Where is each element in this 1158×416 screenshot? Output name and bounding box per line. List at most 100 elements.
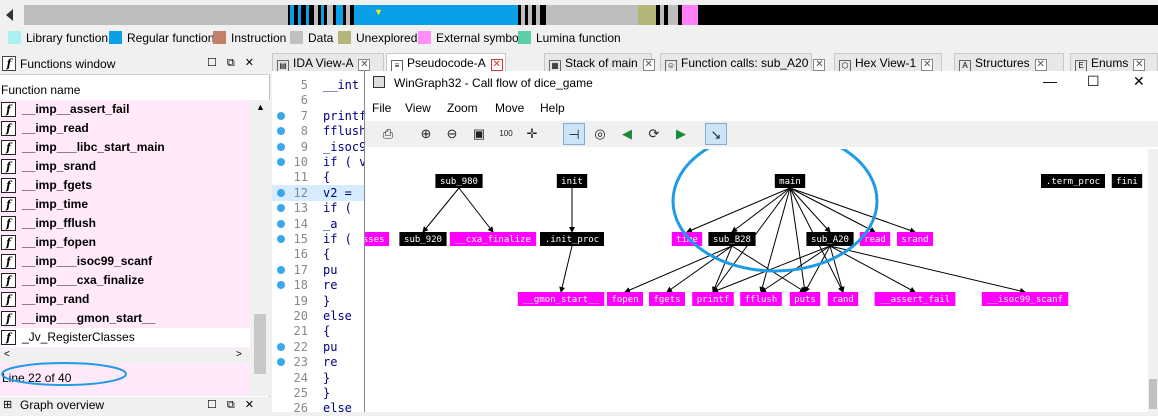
function-list-item[interactable]: f __imp___libc_start_main (0, 138, 250, 157)
code-line[interactable]: 7 printf (272, 108, 366, 124)
code-line[interactable]: 21 { (272, 323, 364, 339)
function-list-item[interactable]: f __imp__assert_fail (0, 100, 250, 119)
functions-window-titlebar[interactable]: f Functions window ☐⧉✕ (0, 53, 270, 75)
close-icon[interactable]: ✕ (642, 59, 655, 71)
restore-icon[interactable]: ☐ (207, 399, 227, 411)
close-icon[interactable]: ✕ (1133, 59, 1146, 71)
graph-node[interactable]: __cxa_finalize (449, 232, 537, 246)
minimize-button[interactable]: — (1043, 73, 1057, 89)
pseudocode-view[interactable]: 5 __int 6 7 printf 8 fflush 9 _isoc9 10 if ( v 11 {1… (272, 71, 366, 415)
maximize-button[interactable]: ☐ (1087, 73, 1100, 90)
function-list-item[interactable]: f __imp___cxa_finalize (0, 271, 250, 290)
breakpoint-dot-icon[interactable] (277, 127, 285, 136)
close-icon[interactable]: ✕ (1034, 59, 1047, 71)
code-line[interactable]: 5 __int (272, 77, 364, 93)
call-graph-canvas[interactable]: sub_980 init main .term_proc fini asses sub_92… (365, 149, 1149, 412)
graph-node[interactable]: __gmon_start__ (517, 292, 605, 306)
graph-node[interactable]: printf (692, 292, 734, 306)
nav-left-arrow-icon[interactable] (6, 9, 13, 21)
wingraph-titlebar[interactable]: WinGraph32 - Call flow of dice_game — ☐ … (365, 71, 1158, 95)
tab-pseudocode-a[interactable]: ≡ Pseudocode-A ✕ (386, 53, 506, 72)
close-button[interactable]: ✕ (1133, 73, 1145, 90)
scroll-thumb[interactable] (254, 314, 266, 374)
center-icon[interactable]: ✛ (521, 123, 543, 145)
breakpoint-dot-icon[interactable] (277, 281, 285, 290)
code-line[interactable]: 6 (272, 92, 364, 108)
breakpoint-dot-icon[interactable] (277, 235, 285, 243)
code-line[interactable]: 17 pu (272, 262, 364, 278)
navigation-band[interactable]: ▼ (0, 0, 1158, 30)
zoom-100-icon[interactable]: 100 (495, 123, 517, 145)
code-line[interactable]: 11 { (272, 169, 364, 185)
menu-zoom[interactable]: Zoom (447, 101, 478, 115)
breakpoint-dot-icon[interactable] (277, 142, 285, 151)
breakpoint-dot-icon[interactable] (277, 265, 285, 274)
tab-enums[interactable]: E Enums ✕ (1070, 53, 1158, 72)
tab-hex-view-1[interactable]: ⬡ Hex View-1 ✕ (834, 53, 942, 72)
scroll-left-icon[interactable]: < (4, 349, 10, 360)
graph-node[interactable]: __isoc99_scanf (981, 292, 1069, 306)
code-line[interactable]: 10 if ( v (272, 154, 366, 170)
reload-icon[interactable]: ⟳ (643, 123, 665, 145)
tab-function-calls-sub-a20[interactable]: ☺ Function calls: sub_A20 ✕ (660, 53, 826, 72)
nav-strip[interactable]: ▼ (24, 5, 1158, 25)
fit-window-icon[interactable]: ▣ (468, 123, 490, 145)
graph-node[interactable]: sub_920 (399, 232, 447, 246)
close-icon[interactable]: ✕ (245, 399, 264, 411)
scroll-right-icon[interactable]: > (236, 349, 242, 360)
graph-node[interactable]: .term_proc (1041, 174, 1105, 188)
breakpoint-dot-icon[interactable] (277, 158, 285, 166)
breakpoint-dot-icon[interactable] (277, 358, 285, 367)
close-icon[interactable]: ✕ (358, 59, 371, 71)
code-line[interactable]: 15 if ( (272, 231, 364, 247)
call-graph[interactable]: sub_980 init main .term_proc fini asses sub_92… (365, 149, 1149, 412)
code-line[interactable]: 25} (272, 385, 364, 401)
breakpoint-dot-icon[interactable] (277, 204, 285, 213)
breakpoint-dot-icon[interactable] (277, 219, 285, 228)
column-header-function-name[interactable]: Function name (0, 81, 250, 99)
menu-move[interactable]: Move (495, 101, 524, 115)
graph-vertical-scrollbar[interactable] (1148, 149, 1158, 412)
close-icon[interactable]: ✕ (245, 57, 264, 69)
tab-stack-of-main[interactable]: ▦ Stack of main ✕ (544, 53, 655, 72)
code-line[interactable]: 14 _a (272, 216, 364, 232)
code-line[interactable]: 13 if ( (272, 200, 364, 216)
next-icon[interactable]: ▶ (670, 123, 692, 145)
tab-ida-view-a[interactable]: ▤ IDA View-A ✕ (272, 53, 384, 72)
graph-node[interactable]: srand (897, 232, 933, 246)
print-icon[interactable]: ⎙ (377, 123, 399, 145)
code-line[interactable]: 16 { (272, 246, 364, 262)
code-line[interactable]: 18 re (272, 277, 364, 293)
function-list-item[interactable]: f __imp_rand (0, 290, 250, 309)
restore-icon[interactable]: ☐ (207, 57, 227, 69)
graph-node[interactable]: sub_980 (435, 174, 483, 188)
float-icon[interactable]: ⧉ (227, 57, 245, 69)
graph-node[interactable]: fini (1111, 174, 1143, 188)
prev-icon[interactable]: ◀ (616, 123, 638, 145)
code-line[interactable]: 24 } (272, 370, 364, 386)
close-icon[interactable]: ✕ (490, 59, 503, 71)
code-line[interactable]: 8 fflush (272, 123, 366, 139)
graph-node[interactable]: sub_B28 (708, 232, 756, 246)
breakpoint-dot-icon[interactable] (277, 111, 285, 120)
graph-node[interactable]: sub_A20 (806, 232, 854, 246)
circle-layout-icon[interactable]: ◎ (589, 123, 611, 145)
function-list-item[interactable]: f __imp_fopen (0, 233, 250, 252)
panel-window-buttons[interactable]: ☐⧉✕ (207, 56, 264, 70)
code-line[interactable]: 23 re (272, 354, 364, 370)
function-list-item[interactable]: f __imp_fgets (0, 176, 250, 195)
function-list-item[interactable]: f __imp_srand (0, 157, 250, 176)
float-icon[interactable]: ⧉ (227, 399, 245, 411)
scroll-up-icon[interactable]: ▲ (256, 102, 265, 112)
scroll-thumb[interactable] (1149, 379, 1157, 409)
tab-structures[interactable]: A Structures ✕ (954, 53, 1064, 72)
functions-vertical-scrollbar[interactable]: ▲ (250, 100, 270, 396)
graph-node[interactable]: puts (789, 292, 821, 306)
function-list-item[interactable]: f __imp_fflush (0, 214, 250, 233)
code-line[interactable]: 12 v2 = (272, 184, 364, 201)
graph-node[interactable]: fflush (740, 292, 782, 306)
breakpoint-dot-icon[interactable] (277, 342, 285, 351)
graph-node[interactable]: main (774, 174, 806, 188)
graph-node[interactable]: asses (365, 232, 389, 246)
menu-file[interactable]: File (372, 101, 391, 115)
